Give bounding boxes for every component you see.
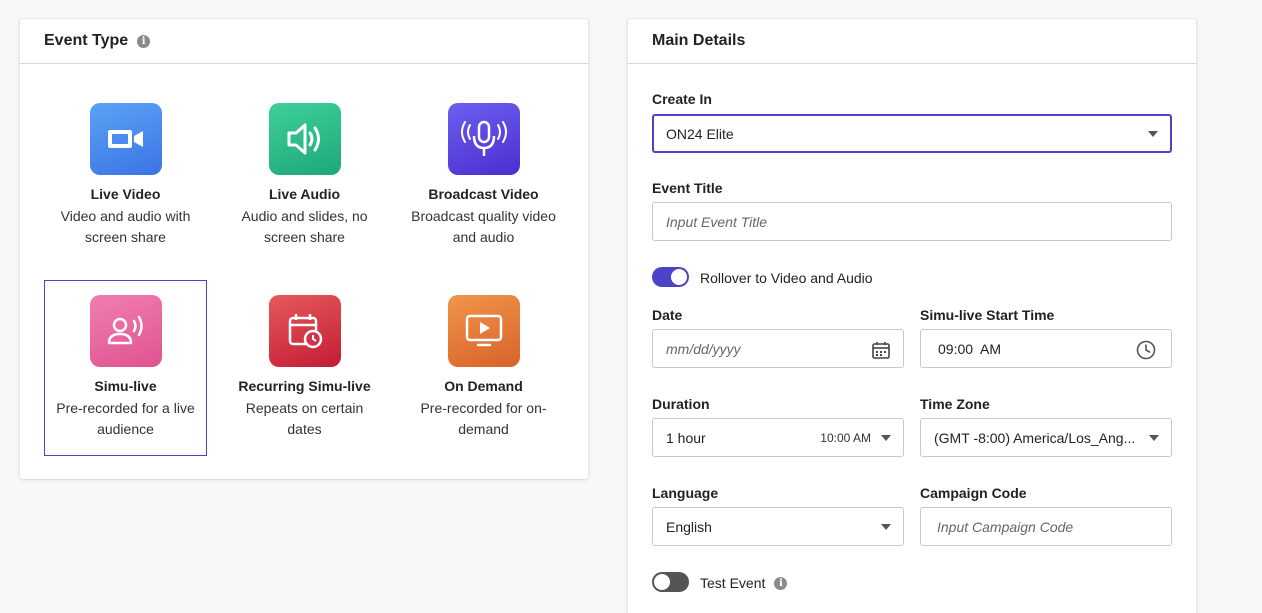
time-zone-label: Time Zone <box>920 396 990 412</box>
event-type-header: Event Type i <box>20 19 588 64</box>
create-in-label: Create In <box>652 91 712 107</box>
duration-label: Duration <box>652 396 710 412</box>
event-type-live-video[interactable]: Live Video Video and audio with screen s… <box>44 88 207 264</box>
campaign-code-placeholder: Input Campaign Code <box>937 518 1074 535</box>
calendar-repeat-icon <box>268 295 341 367</box>
date-input[interactable]: mm/dd/yyyy <box>652 329 904 368</box>
info-icon[interactable]: i <box>774 576 788 590</box>
time-zone-select[interactable]: (GMT -8:00) America/Los_Ang... <box>920 418 1172 457</box>
event-title-label: Event Title <box>652 180 723 196</box>
type-desc: Pre-recorded for on-demand <box>420 400 547 437</box>
start-time-value: 09:00 AM <box>938 340 1002 357</box>
info-icon[interactable]: i <box>137 34 151 48</box>
type-title: Recurring Simu-live <box>238 378 371 394</box>
clock-icon[interactable] <box>1136 340 1156 363</box>
event-type-live-audio[interactable]: Live Audio Audio and slides, no screen s… <box>223 88 386 264</box>
type-desc: Broadcast quality video and audio <box>411 208 556 245</box>
main-details-title: Main Details <box>652 32 746 49</box>
campaign-code-label: Campaign Code <box>920 485 1027 501</box>
date-placeholder: mm/dd/yyyy <box>666 340 741 357</box>
campaign-code-input[interactable]: Input Campaign Code <box>920 507 1172 546</box>
broadcast-microphone-icon <box>447 103 520 175</box>
event-type-simu-live[interactable]: Simu-live Pre-recorded for a live audien… <box>44 280 207 456</box>
chevron-down-icon <box>1148 130 1158 137</box>
test-event-label-wrap: Test Event i <box>700 575 788 591</box>
create-in-value: ON24 Elite <box>666 125 734 142</box>
type-title: Broadcast Video <box>428 186 539 202</box>
type-desc: Repeats on certain dates <box>245 400 364 437</box>
chevron-down-icon <box>1149 434 1159 441</box>
main-details-card: Main Details Create In ON24 Elite Event … <box>628 19 1196 613</box>
event-type-recurring-simu-live[interactable]: Recurring Simu-live Repeats on certain d… <box>223 280 386 456</box>
language-value: English <box>666 518 712 535</box>
video-camera-icon <box>89 103 162 175</box>
chevron-down-icon <box>881 434 891 441</box>
time-zone-value: (GMT -8:00) America/Los_Ang... <box>934 429 1136 446</box>
toggle-knob <box>654 574 670 590</box>
event-type-on-demand[interactable]: On Demand Pre-recorded for on-demand <box>402 280 565 456</box>
type-title: Simu-live <box>94 378 157 394</box>
language-label: Language <box>652 485 719 501</box>
event-type-broadcast-video[interactable]: Broadcast Video Broadcast quality video … <box>402 88 565 264</box>
duration-select[interactable]: 1 hour 10:00 AM <box>652 418 904 457</box>
language-select[interactable]: English <box>652 507 904 546</box>
main-details-header: Main Details <box>628 19 1196 64</box>
test-event-label: Test Event <box>700 575 766 591</box>
event-title-input[interactable]: Input Event Title <box>652 202 1172 241</box>
type-desc: Audio and slides, no screen share <box>241 208 368 245</box>
create-in-select[interactable]: ON24 Elite <box>652 114 1172 153</box>
type-title: Live Audio <box>268 186 341 202</box>
type-title: Live Video <box>90 186 161 202</box>
event-type-title: Event Type <box>44 32 129 49</box>
duration-end-time: 10:00 AM <box>820 430 871 445</box>
rollover-label: Rollover to Video and Audio <box>700 270 873 286</box>
start-time-input[interactable]: 09:00 AM <box>920 329 1172 368</box>
type-desc: Pre-recorded for a live audience <box>56 400 195 437</box>
duration-value: 1 hour <box>666 429 706 446</box>
calendar-icon[interactable] <box>871 340 891 363</box>
rollover-toggle[interactable] <box>652 267 689 287</box>
type-title: On Demand <box>444 378 523 394</box>
speaker-icon <box>268 103 341 175</box>
date-label: Date <box>652 307 683 323</box>
type-desc: Video and audio with screen share <box>60 208 191 245</box>
event-title-placeholder: Input Event Title <box>666 213 768 230</box>
start-time-label: Simu-live Start Time <box>920 307 1055 323</box>
toggle-knob <box>671 269 687 285</box>
chevron-down-icon <box>881 523 891 530</box>
person-broadcast-icon <box>89 295 162 367</box>
play-screen-icon <box>447 295 520 367</box>
event-type-card: Event Type i Live Video Video and audio … <box>20 19 588 479</box>
test-event-toggle[interactable] <box>652 572 689 592</box>
